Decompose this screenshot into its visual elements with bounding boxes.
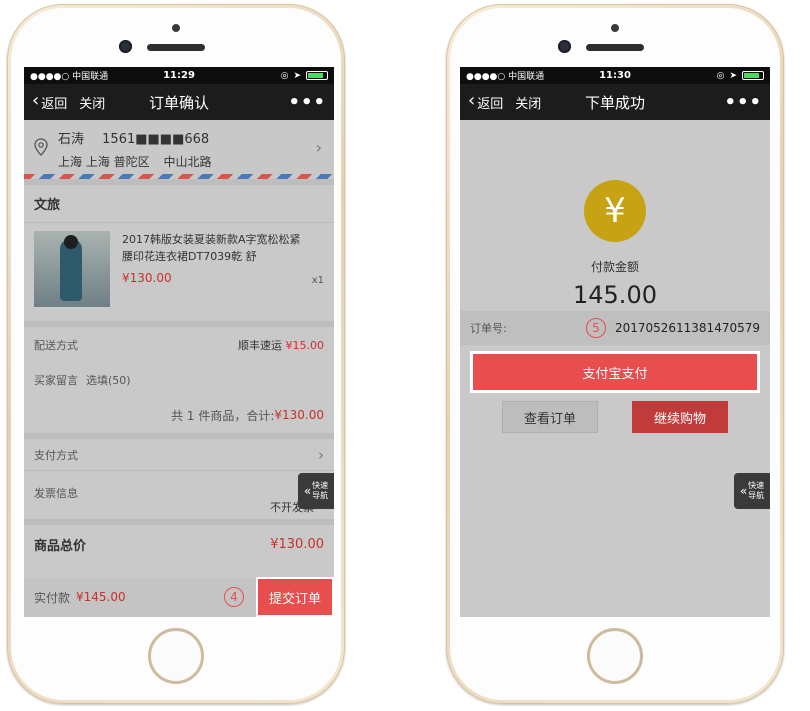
double-chevron-left-icon: « <box>739 484 748 498</box>
actual-pay-amount: ¥145.00 <box>76 590 126 604</box>
message-input[interactable]: 选填(50) <box>86 372 131 388</box>
payment-summary: ¥ 付款金额 145.00 <box>460 120 770 311</box>
shipping-row[interactable]: 配送方式 顺丰速运 ¥15.00 <box>24 327 334 362</box>
status-bar: ●●●●○ 中国联通 11:29 ◎ ➤ <box>24 67 334 84</box>
home-button[interactable] <box>587 628 643 684</box>
recipient-phone: 1561■■■■668 <box>102 132 210 147</box>
chevron-right-icon: › <box>315 138 322 157</box>
nav-bar: ‹ 返回 关闭 订单确认 ••• <box>24 84 334 120</box>
checkout-bar: 实付款 ¥145.00 4 提交订单 <box>24 577 334 617</box>
shipping-label: 配送方式 <box>34 338 78 352</box>
alipay-button-frame: 支付宝支付 <box>470 351 760 393</box>
battery-icon <box>306 71 328 80</box>
chevron-right-icon: › <box>318 445 324 464</box>
battery-icon <box>742 71 764 80</box>
earpiece <box>147 44 205 51</box>
quick-nav-line1: 快速 <box>312 481 329 491</box>
product-quantity: x1 <box>311 275 324 286</box>
order-confirm-screen: ●●●●○ 中国联通 11:29 ◎ ➤ ‹ 返回 关闭 订单确认 ••• 石涛… <box>24 67 334 617</box>
payment-method-row[interactable]: 支付方式 › <box>24 439 334 471</box>
buyer-message-row: 买家留言 选填(50) <box>24 362 334 397</box>
quick-nav-line2: 导航 <box>748 491 765 500</box>
order-success-screen: ●●●●○ 中国联通 11:30 ◎ ➤ ‹ 返回 关闭 下单成功 ••• ¥ … <box>460 67 770 617</box>
back-button[interactable]: ‹ 返回 <box>468 90 504 112</box>
payment-method-label: 支付方式 <box>34 448 78 462</box>
shipping-method: 顺丰速运 <box>238 338 282 352</box>
step-4-marker: 4 <box>224 587 244 607</box>
subtotal-row: 共 1 件商品，合计: ¥130.00 <box>24 397 334 433</box>
subtotal-amount: ¥130.00 <box>274 408 324 422</box>
address-street: 中山北路 <box>163 155 212 169</box>
quick-nav-line2: 导航 <box>312 491 329 500</box>
address-card[interactable]: 石涛 1561■■■■668 上海 上海 普陀区 中山北路 › <box>24 120 334 174</box>
submit-order-button[interactable]: 提交订单 <box>256 577 334 617</box>
status-bar: ●●●●○ 中国联通 11:30 ◎ ➤ <box>460 67 770 84</box>
nav-bar: ‹ 返回 关闭 下单成功 ••• <box>460 84 770 120</box>
continue-shopping-button[interactable]: 继续购物 <box>632 401 728 433</box>
close-button[interactable]: 关闭 <box>79 93 105 112</box>
more-icon[interactable]: ••• <box>288 92 326 113</box>
step-5-marker: 5 <box>586 318 606 338</box>
front-camera <box>119 40 132 53</box>
alipay-pay-button[interactable]: 支付宝支付 <box>473 354 757 390</box>
product-image <box>34 231 110 307</box>
chevron-left-icon: ‹ <box>468 90 476 111</box>
shop-name[interactable]: 文旅 <box>24 185 334 223</box>
goods-total-label: 商品总价 <box>34 538 87 554</box>
view-order-button[interactable]: 查看订单 <box>502 401 598 433</box>
earpiece <box>586 44 644 51</box>
product-item[interactable]: 2017韩版女装夏装新款A字宽松松紧腰印花连衣裙DT7039乾 舒 ¥130.0… <box>24 223 334 321</box>
sensor-dot <box>172 24 180 32</box>
shipping-price: ¥15.00 <box>285 338 325 352</box>
pay-amount-value: 145.00 <box>573 281 657 309</box>
goods-total-row: 商品总价 ¥130.00 <box>24 525 334 563</box>
invoice-label: 发票信息 <box>34 487 78 500</box>
recipient-name: 石涛 <box>58 132 85 147</box>
more-icon[interactable]: ••• <box>724 92 762 113</box>
actual-pay-label: 实付款 <box>34 590 71 605</box>
quick-nav-button[interactable]: « 快速 导航 <box>734 473 770 509</box>
chevron-left-icon: ‹ <box>32 90 40 111</box>
invoice-row[interactable]: 发票信息 不开发票 <box>24 471 334 519</box>
status-time: 11:30 <box>599 70 631 81</box>
status-time: 11:29 <box>163 70 195 81</box>
product-price: ¥130.00 <box>122 271 172 286</box>
subtotal-text: 共 1 件商品，合计: <box>171 408 275 423</box>
back-label: 返回 <box>41 96 68 112</box>
action-buttons: 查看订单 继续购物 <box>460 401 770 433</box>
double-chevron-left-icon: « <box>303 484 312 498</box>
order-number-row: 订单号: 5 2017052611381470579 <box>460 311 770 345</box>
goods-total-amount: ¥130.00 <box>270 536 324 552</box>
pay-amount-label: 付款金额 <box>590 260 639 274</box>
quick-nav-line1: 快速 <box>748 481 765 491</box>
close-button[interactable]: 关闭 <box>515 93 541 112</box>
front-camera <box>558 40 571 53</box>
product-title: 2017韩版女装夏装新款A字宽松松紧腰印花连衣裙DT7039乾 舒 <box>122 233 301 264</box>
sensor-dot <box>611 24 619 32</box>
order-number-value: 2017052611381470579 <box>614 321 760 335</box>
back-button[interactable]: ‹ 返回 <box>32 90 68 112</box>
address-region: 上海 上海 普陀区 <box>58 155 150 169</box>
home-button[interactable] <box>148 628 204 684</box>
location-pin-icon <box>34 138 48 156</box>
message-label: 买家留言 <box>34 373 78 387</box>
back-label: 返回 <box>477 96 504 112</box>
yen-icon: ¥ <box>584 180 646 242</box>
quick-nav-button[interactable]: « 快速 导航 <box>298 473 334 509</box>
order-number-label: 订单号: <box>470 322 507 335</box>
